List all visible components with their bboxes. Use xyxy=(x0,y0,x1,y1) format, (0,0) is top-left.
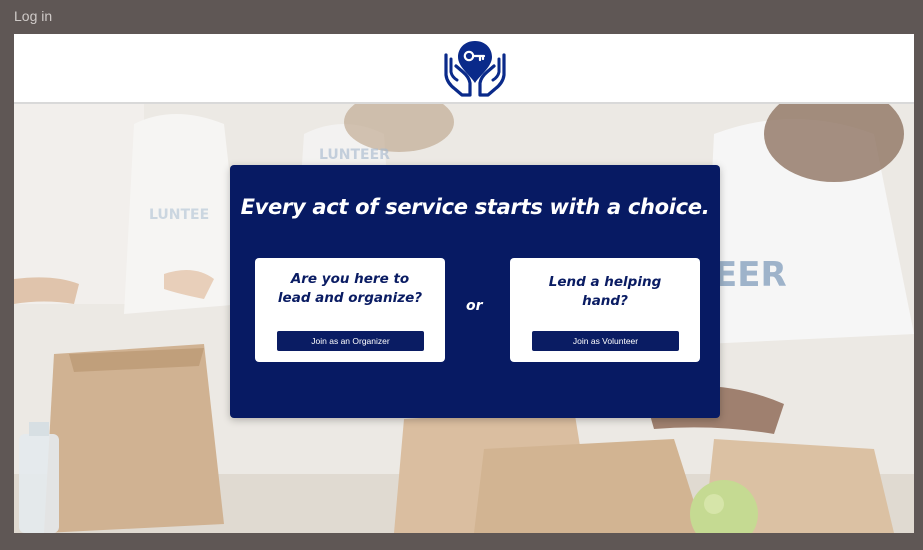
app-frame: EER LUNTEER LUNTEE Every act of service … xyxy=(14,34,914,533)
join-organizer-button[interactable]: Join as an Organizer xyxy=(277,331,424,351)
login-link[interactable]: Log in xyxy=(14,8,52,24)
join-volunteer-button[interactable]: Join as Volunteer xyxy=(532,331,679,351)
volunteer-card: Lend a helping hand? Join as Volunteer xyxy=(510,258,700,362)
organizer-card: Are you here to lead and organize? Join … xyxy=(255,258,445,362)
hands-holding-key-pin-icon[interactable] xyxy=(442,39,508,97)
volunteer-question: Lend a helping hand? xyxy=(510,273,700,311)
organizer-question-line1: Are you here to xyxy=(290,271,410,287)
organizer-question: Are you here to lead and organize? xyxy=(255,270,445,308)
or-separator: or xyxy=(466,298,483,314)
volunteer-question-line1: Lend a helping xyxy=(548,274,662,290)
modal-headline: Every act of service starts with a choic… xyxy=(240,195,710,219)
role-choice-modal: Every act of service starts with a choic… xyxy=(230,165,720,418)
top-bar: Log in xyxy=(0,0,923,34)
volunteer-question-line2: hand? xyxy=(582,293,628,309)
header xyxy=(14,34,914,104)
organizer-question-line2: lead and organize? xyxy=(277,290,423,306)
hero-background-photo: EER LUNTEER LUNTEE Every act of service … xyxy=(14,104,914,533)
